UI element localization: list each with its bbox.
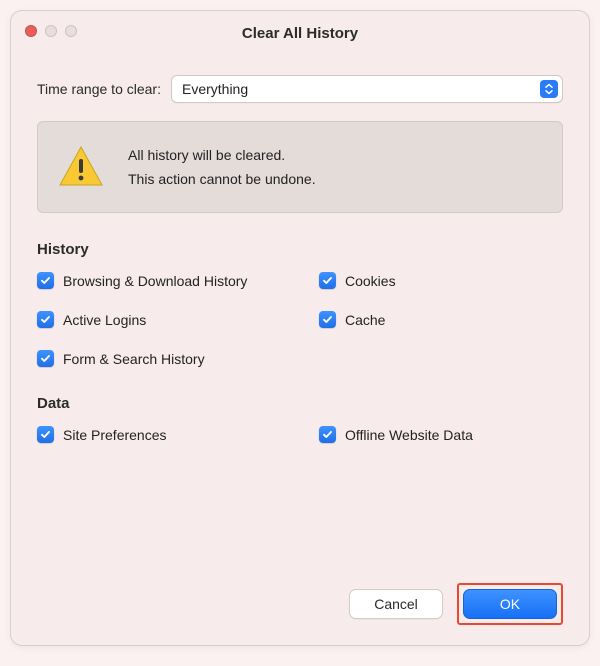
checkbox-label: Cookies <box>345 273 396 289</box>
checkmark-icon <box>319 272 336 289</box>
minimize-icon[interactable] <box>45 25 57 37</box>
time-range-label: Time range to clear: <box>37 81 161 97</box>
time-range-row: Time range to clear: Everything <box>37 75 563 103</box>
checkbox-label: Site Preferences <box>63 427 167 443</box>
ok-button[interactable]: OK <box>463 589 557 619</box>
warning-icon <box>56 142 106 192</box>
time-range-value: Everything <box>182 81 248 97</box>
checkbox-label: Browsing & Download History <box>63 273 247 289</box>
close-icon[interactable] <box>25 25 37 37</box>
checkbox-active-logins[interactable]: Active Logins <box>37 311 309 328</box>
checkbox-label: Form & Search History <box>63 351 205 367</box>
titlebar: Clear All History <box>11 11 589 55</box>
checkbox-label: Active Logins <box>63 312 146 328</box>
dialog-content: Time range to clear: Everything <box>11 55 589 645</box>
highlight-frame: OK <box>457 583 563 625</box>
checkbox-label: Offline Website Data <box>345 427 473 443</box>
checkbox-browsing-download-history[interactable]: Browsing & Download History <box>37 272 309 289</box>
section-history-title: History <box>37 241 563 258</box>
warning-box: All history will be cleared. This action… <box>37 121 563 213</box>
checkmark-icon <box>37 272 54 289</box>
checkbox-label: Cache <box>345 312 385 328</box>
checkbox-cache[interactable]: Cache <box>319 311 563 328</box>
checkbox-offline-website-data[interactable]: Offline Website Data <box>319 426 563 443</box>
warning-line-1: All history will be cleared. <box>128 143 316 167</box>
checkbox-cookies[interactable]: Cookies <box>319 272 563 289</box>
checkmark-icon <box>37 426 54 443</box>
checkbox-form-search-history[interactable]: Form & Search History <box>37 350 309 367</box>
window-controls <box>25 25 77 37</box>
data-options: Site Preferences Offline Website Data <box>37 426 563 443</box>
checkmark-icon <box>37 350 54 367</box>
cancel-button[interactable]: Cancel <box>349 589 443 619</box>
section-data-title: Data <box>37 395 563 412</box>
checkmark-icon <box>37 311 54 328</box>
checkmark-icon <box>319 426 336 443</box>
chevron-up-down-icon <box>540 80 558 98</box>
checkmark-icon <box>319 311 336 328</box>
checkbox-site-preferences[interactable]: Site Preferences <box>37 426 309 443</box>
dialog-window: Clear All History Time range to clear: E… <box>10 10 590 646</box>
maximize-icon[interactable] <box>65 25 77 37</box>
dialog-buttons: Cancel OK <box>37 583 563 625</box>
warning-text: All history will be cleared. This action… <box>128 143 316 191</box>
warning-line-2: This action cannot be undone. <box>128 167 316 191</box>
window-title: Clear All History <box>242 25 358 42</box>
time-range-select[interactable]: Everything <box>171 75 563 103</box>
history-options: Browsing & Download History Cookies Acti… <box>37 272 563 367</box>
